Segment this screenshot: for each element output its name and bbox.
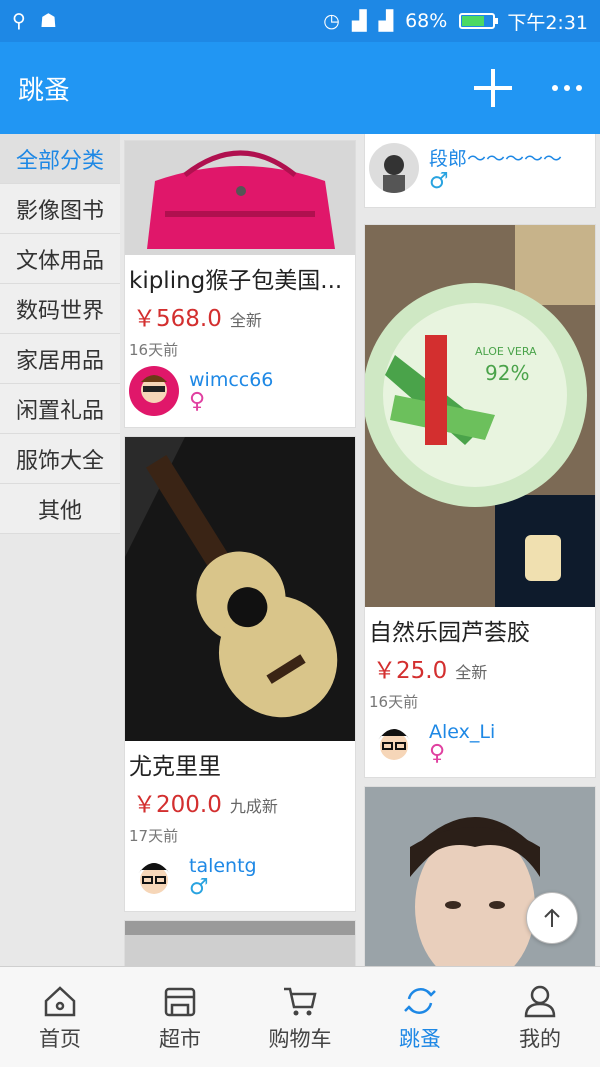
avatar — [129, 366, 179, 416]
listing-grid: kipling猴子包美国... ￥568.0 全新 16天前 wimcc66 ♀ — [120, 134, 600, 966]
listing-card[interactable]: 尤克里里 ￥200.0 九成新 17天前 talentg ♂ — [124, 436, 356, 912]
female-icon: ♀ — [429, 741, 446, 766]
seller-info[interactable]: talentg ♂ — [125, 846, 355, 908]
product-condition: 全新 — [455, 663, 488, 682]
category-clothing[interactable]: 服饰大全 — [0, 434, 120, 484]
tab-flea-market[interactable]: 跳蚤 — [360, 967, 480, 1067]
product-price: ￥200.0 — [133, 792, 222, 818]
listing-card[interactable]: 92% ALOE VERA 自然乐园芦荟胶 ￥25.0 全新 16天前 Alex… — [364, 224, 596, 778]
page-title: 跳蚤 — [18, 75, 71, 106]
arrow-up-icon — [544, 908, 560, 927]
seller-name: Alex_Li — [429, 721, 496, 743]
tab-home[interactable]: 首页 — [0, 967, 120, 1067]
status-bar: ⚲ ☗ ◷ ▟ ▟ 68% 下午2:31 — [0, 0, 600, 42]
product-image — [125, 141, 355, 255]
tab-label: 我的 — [519, 1027, 561, 1051]
tab-store[interactable]: 超市 — [120, 967, 240, 1067]
scroll-to-top-button[interactable] — [526, 892, 578, 944]
bottom-tab-bar: 首页 超市 购物车 跳蚤 我的 — [0, 966, 600, 1067]
clock: 下午2:31 — [507, 11, 588, 34]
male-icon: ♂ — [189, 875, 209, 900]
product-condition: 全新 — [229, 311, 262, 330]
seller-info[interactable]: Alex_Li ♀ — [365, 712, 595, 774]
seller-info[interactable]: wimcc66 ♀ — [125, 360, 355, 422]
listing-card[interactable]: 段郎～～～～～ ♂ — [364, 134, 596, 208]
network-4g-icon: ▟ — [378, 10, 394, 32]
seller-info[interactable]: 段郎～～～～～ ♂ — [365, 134, 595, 199]
seller-name: talentg — [189, 855, 257, 877]
product-title: 尤克里里 — [129, 754, 221, 780]
refresh-icon — [404, 988, 436, 1014]
category-home[interactable]: 家居用品 — [0, 334, 120, 384]
tab-label: 跳蚤 — [399, 1027, 441, 1051]
listing-card[interactable] — [124, 920, 356, 966]
android-icon: ☗ — [39, 10, 57, 32]
male-icon: ♂ — [429, 168, 449, 194]
category-media-books[interactable]: 影像图书 — [0, 184, 120, 234]
category-sidebar: 全部分类 影像图书 文体用品 数码世界 家居用品 闲置礼品 服饰大全 其他 — [0, 134, 120, 534]
post-date: 16天前 — [129, 341, 179, 359]
seller-name: 段郎～～～～～ — [429, 147, 563, 170]
battery-icon — [459, 13, 499, 29]
product-condition: 九成新 — [229, 797, 278, 816]
svg-text:ALOE VERA: ALOE VERA — [475, 345, 537, 358]
product-image: 92% ALOE VERA — [365, 225, 595, 607]
more-options-icon[interactable] — [552, 85, 582, 91]
post-date: 17天前 — [129, 827, 179, 845]
tab-label: 首页 — [39, 1027, 81, 1051]
tab-mine[interactable]: 我的 — [480, 967, 600, 1067]
avatar — [129, 852, 179, 902]
tab-cart[interactable]: 购物车 — [240, 967, 360, 1067]
category-stationery-sports[interactable]: 文体用品 — [0, 234, 120, 284]
tab-label: 超市 — [159, 1027, 201, 1051]
signal-icon: ▟ — [351, 10, 367, 32]
seller-name: wimcc66 — [189, 369, 274, 391]
product-title: kipling猴子包美国... — [129, 268, 343, 294]
category-digital[interactable]: 数码世界 — [0, 284, 120, 334]
alarm-icon: ◷ — [323, 10, 340, 32]
usb-icon: ⚲ — [12, 10, 26, 32]
store-icon — [164, 987, 196, 1017]
battery-percent: 68% — [405, 10, 448, 32]
add-icon[interactable] — [474, 69, 512, 107]
product-title: 自然乐园芦荟胶 — [369, 620, 530, 646]
female-icon: ♀ — [189, 389, 206, 414]
listing-card[interactable]: kipling猴子包美国... ￥568.0 全新 16天前 wimcc66 ♀ — [124, 140, 356, 428]
app-bar: 跳蚤 — [0, 42, 600, 134]
product-image — [125, 437, 355, 741]
category-gifts[interactable]: 闲置礼品 — [0, 384, 120, 434]
home-icon — [44, 986, 76, 1017]
tab-label: 购物车 — [268, 1027, 332, 1051]
avatar — [369, 718, 419, 768]
product-price: ￥568.0 — [133, 306, 222, 332]
post-date: 16天前 — [369, 693, 419, 711]
avatar — [369, 143, 419, 193]
category-all[interactable]: 全部分类 — [0, 134, 120, 184]
product-image — [125, 921, 355, 966]
category-other[interactable]: 其他 — [0, 484, 120, 534]
cart-icon — [284, 987, 317, 1016]
svg-text:92%: 92% — [485, 361, 529, 385]
product-price: ￥25.0 — [373, 658, 448, 684]
user-icon — [524, 985, 556, 1018]
